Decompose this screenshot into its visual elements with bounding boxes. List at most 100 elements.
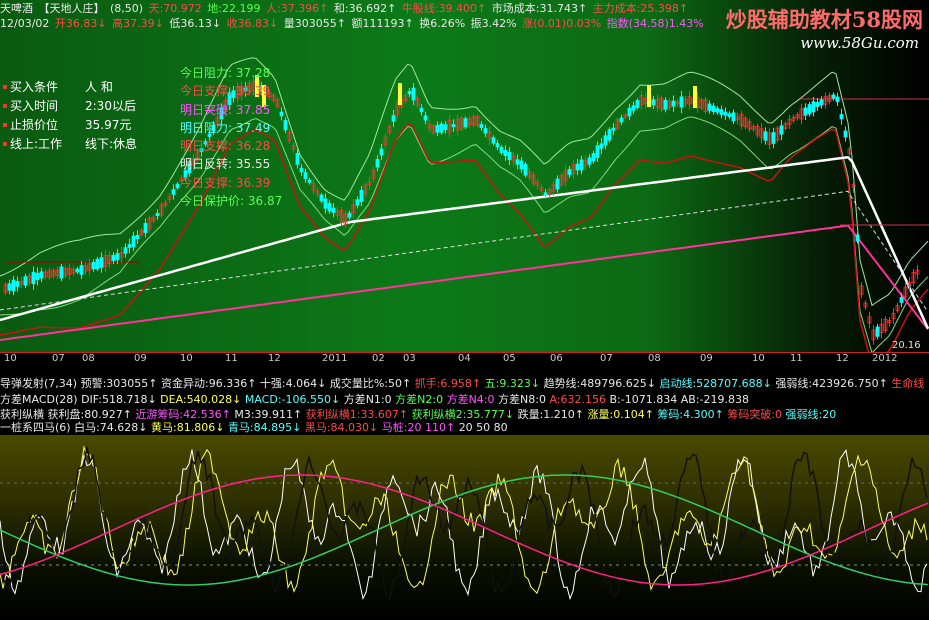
infobar3-item: 近游筹码:42.536↑ xyxy=(135,408,235,421)
candle-body xyxy=(499,146,504,154)
infobar1-item: 趋势线:489796.625↓ xyxy=(543,377,660,390)
main-price-chart[interactable]: 天啤酒 【天地人庄】 (8,50) 天:70.972 地:22.199 人:37… xyxy=(0,0,929,352)
osc-yellow-horse xyxy=(0,445,928,595)
candle-body xyxy=(671,100,676,107)
legend-row: 止损价位 35.97元 xyxy=(3,116,137,135)
candle-body xyxy=(491,137,496,144)
candle-body xyxy=(295,152,300,165)
infobar2-item: 方差N8:0 xyxy=(498,393,550,406)
candle-body xyxy=(627,107,632,117)
legend-row: 线上:工作 线下:休息 xyxy=(3,135,137,154)
legend-label: 止损价位 xyxy=(10,118,59,132)
candle-body xyxy=(663,100,668,110)
candle-body xyxy=(423,115,428,121)
axis-tick-label: 2012 xyxy=(872,353,898,364)
candle-body xyxy=(11,279,16,292)
header-row1-item: 市场成本:31.743↑ xyxy=(491,2,591,15)
infobar1-item: 五:9.323↓ xyxy=(484,377,544,390)
buy-conditions-legend: 买入条件 人 和买入时间 2:30以后 止损价位 35.97元 线上:工作 线下:休息 xyxy=(3,78,137,154)
header-row2-item: 收36.83↓ xyxy=(226,17,282,30)
infobar2-item: B:-1071.834 xyxy=(609,393,681,406)
header-row1-item: 地:22.199 xyxy=(207,2,264,15)
candle-body xyxy=(507,152,512,160)
candle-body xyxy=(15,281,20,287)
candle-body xyxy=(843,130,848,138)
legend-bullet-icon xyxy=(3,142,7,146)
candle-body xyxy=(579,159,584,171)
header-row1-item: 【天地人庄】 xyxy=(38,2,108,15)
header-row2-item: 开36.83↓ xyxy=(54,17,111,30)
candle-body xyxy=(899,297,904,303)
infobar2-item: DEA:540.028↓ xyxy=(160,393,245,406)
candle-body xyxy=(31,271,36,285)
candle-body xyxy=(131,235,136,248)
candle-body xyxy=(327,203,332,212)
candle-body xyxy=(59,266,64,279)
infobar3-item: 获利纵横2:35.777↓ xyxy=(411,408,518,421)
header-row1-item: 牛股线:39.400↑ xyxy=(401,2,490,15)
candle-body xyxy=(479,123,484,129)
infobar1-item: 强弱线:423926.750↑ xyxy=(775,377,892,390)
indicator-bar-horses[interactable]: 一桩系四马(6) 白马:74.628↓ 黄马:81.806↓ 青马:84.895… xyxy=(0,421,929,434)
candle-body xyxy=(603,135,608,146)
infobar4-item: 青马:84.895↓ xyxy=(227,421,305,434)
candle-body xyxy=(111,254,116,262)
legend-bullet-icon xyxy=(3,104,7,108)
candle-body xyxy=(391,115,396,122)
indicator-bar-missile[interactable]: 导弹发射(7,34) 预警:303055↑ 资金异动:96.336↑ 十强:4.… xyxy=(0,377,929,390)
level-label: 今日阻力: 37.28 xyxy=(180,66,271,80)
candle-body xyxy=(495,143,500,148)
header-row2-item: 指数(34.58)1.43% xyxy=(606,17,704,30)
candle-body xyxy=(651,99,656,106)
candle-body xyxy=(23,276,28,286)
legend-row: 买入时间 2:30以后 xyxy=(3,97,137,116)
axis-tick-label: 09 xyxy=(134,353,147,364)
axis-tick-label: 12 xyxy=(268,353,281,364)
candle-body xyxy=(727,113,732,117)
watermark-url: www.58Gu.com xyxy=(800,34,919,52)
candle-body xyxy=(407,91,412,95)
header-row2-item: 量303055↑ xyxy=(283,17,350,30)
candle-body xyxy=(719,109,724,115)
highlight-bar xyxy=(398,83,402,105)
infobar4-item: 一桩系四马(6) xyxy=(0,421,75,434)
price-chart-canvas[interactable] xyxy=(0,0,929,352)
indicator-bar-profit[interactable]: 获利纵横 获利盘:80.927↑ 近游筹码:42.536↑ M3:39.911↑… xyxy=(0,408,929,421)
candle-body xyxy=(803,107,808,116)
candle-body xyxy=(443,124,448,131)
oscillator-canvas[interactable] xyxy=(0,435,929,620)
infobar4-item: 马桩:20 110↑ xyxy=(381,421,459,434)
candle-body xyxy=(619,117,624,123)
candle-body xyxy=(555,178,560,190)
candle-body xyxy=(855,234,860,242)
candle-body xyxy=(723,111,728,116)
candle-body xyxy=(779,125,784,135)
infobar3-item: 筹码:4.300↑ xyxy=(657,408,728,421)
candle-body xyxy=(171,189,176,195)
candle-body xyxy=(299,167,304,173)
candle-body xyxy=(115,253,120,260)
candle-body xyxy=(347,212,352,218)
candle-body xyxy=(815,102,820,107)
oscillator-panel[interactable] xyxy=(0,435,929,620)
candle-body xyxy=(307,179,312,183)
infobar2-item: AB:-219.838 xyxy=(680,393,749,406)
legend-value: 35.97元 xyxy=(85,118,132,132)
candle-body xyxy=(375,159,380,168)
infobar4-item: 20 50 80 xyxy=(458,421,508,434)
infobar3-item: 涨量:0.104↑ xyxy=(587,408,658,421)
indicator-bar-macd[interactable]: 方差MACD(28) DIF:518.718↓ DEA:540.028↓ MAC… xyxy=(0,393,929,406)
candle-body xyxy=(503,150,508,156)
infobar1-item: 生命线 xyxy=(891,377,925,390)
candle-body xyxy=(519,160,524,170)
level-label: 今日保护价: 36.87 xyxy=(180,194,283,209)
header-row2-item: 换6.26% xyxy=(419,17,469,30)
channel-line-lower xyxy=(0,57,929,307)
highlight-bar xyxy=(693,86,697,108)
candle-body xyxy=(303,172,308,180)
candle-body xyxy=(587,157,592,165)
candle-body xyxy=(435,124,440,133)
axis-tick-label: 07 xyxy=(52,353,65,364)
infobar2-item: 方差N2:0 xyxy=(395,393,447,406)
infobar2-item: DIF:518.718↓ xyxy=(81,393,161,406)
